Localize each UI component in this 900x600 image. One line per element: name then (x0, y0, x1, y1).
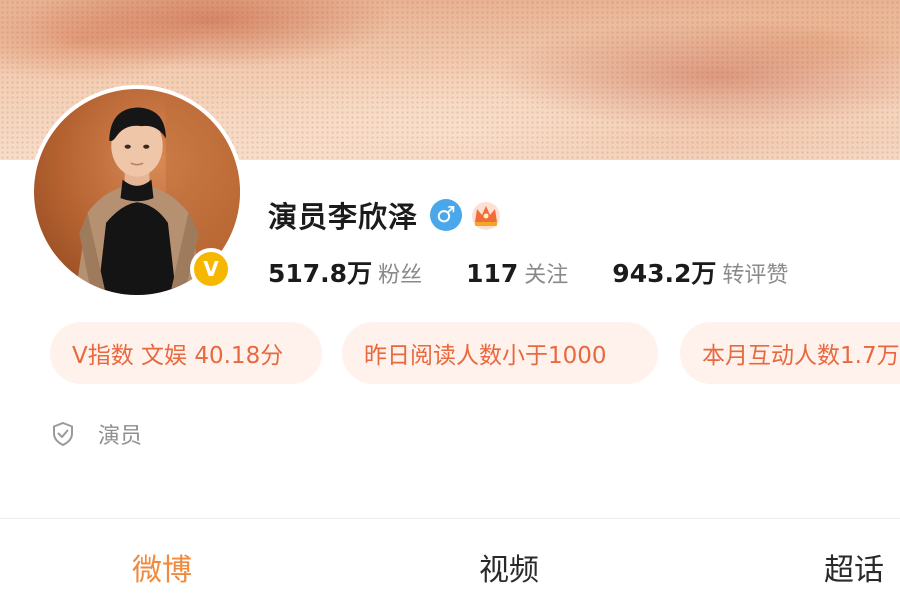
followers-stat[interactable]: 517.8万 粉丝 (268, 254, 422, 290)
following-label: 关注 (524, 263, 569, 288)
engagement-label: 转评赞 (722, 263, 789, 288)
profile-tabs: 微博 视频 超话 (0, 535, 900, 600)
profile-description: 演员 (50, 418, 142, 450)
followers-count: 517.8万 (268, 259, 373, 288)
daily-readers-pill[interactable]: 昨日阅读人数小于1000 (342, 322, 658, 384)
profile-metric-pills: V指数 文娱 40.18分 昨日阅读人数小于1000 本月互动人数1.7万 (0, 322, 900, 384)
verified-v-badge-icon: V (190, 248, 232, 290)
profile-stats: 517.8万 粉丝 117 关注 943.2万 转评赞 (268, 254, 832, 294)
tab-videos[interactable]: 视频 (479, 545, 539, 589)
following-count: 117 (466, 259, 519, 288)
following-stat[interactable]: 117 关注 (466, 257, 568, 289)
crown-badge-icon[interactable] (468, 198, 504, 232)
male-gender-icon: ♂ (430, 199, 463, 231)
shield-check-icon (53, 421, 73, 447)
engagement-stat[interactable]: 943.2万 转评赞 (612, 254, 788, 290)
tab-divider (0, 518, 900, 519)
monthly-interaction-pill[interactable]: 本月互动人数1.7万 (680, 322, 900, 384)
profile-name: 演员李欣泽 (268, 200, 419, 234)
engagement-count: 943.2万 (612, 259, 717, 288)
tab-weibo[interactable]: 微博 (132, 545, 192, 589)
followers-label: 粉丝 (378, 263, 423, 288)
profile-description-text: 演员 (98, 424, 143, 449)
v-index-pill[interactable]: V指数 文娱 40.18分 (50, 322, 322, 384)
profile-name-row: 演员李欣泽 ♂ (268, 193, 504, 237)
tab-super-topics[interactable]: 超话 (824, 545, 884, 589)
